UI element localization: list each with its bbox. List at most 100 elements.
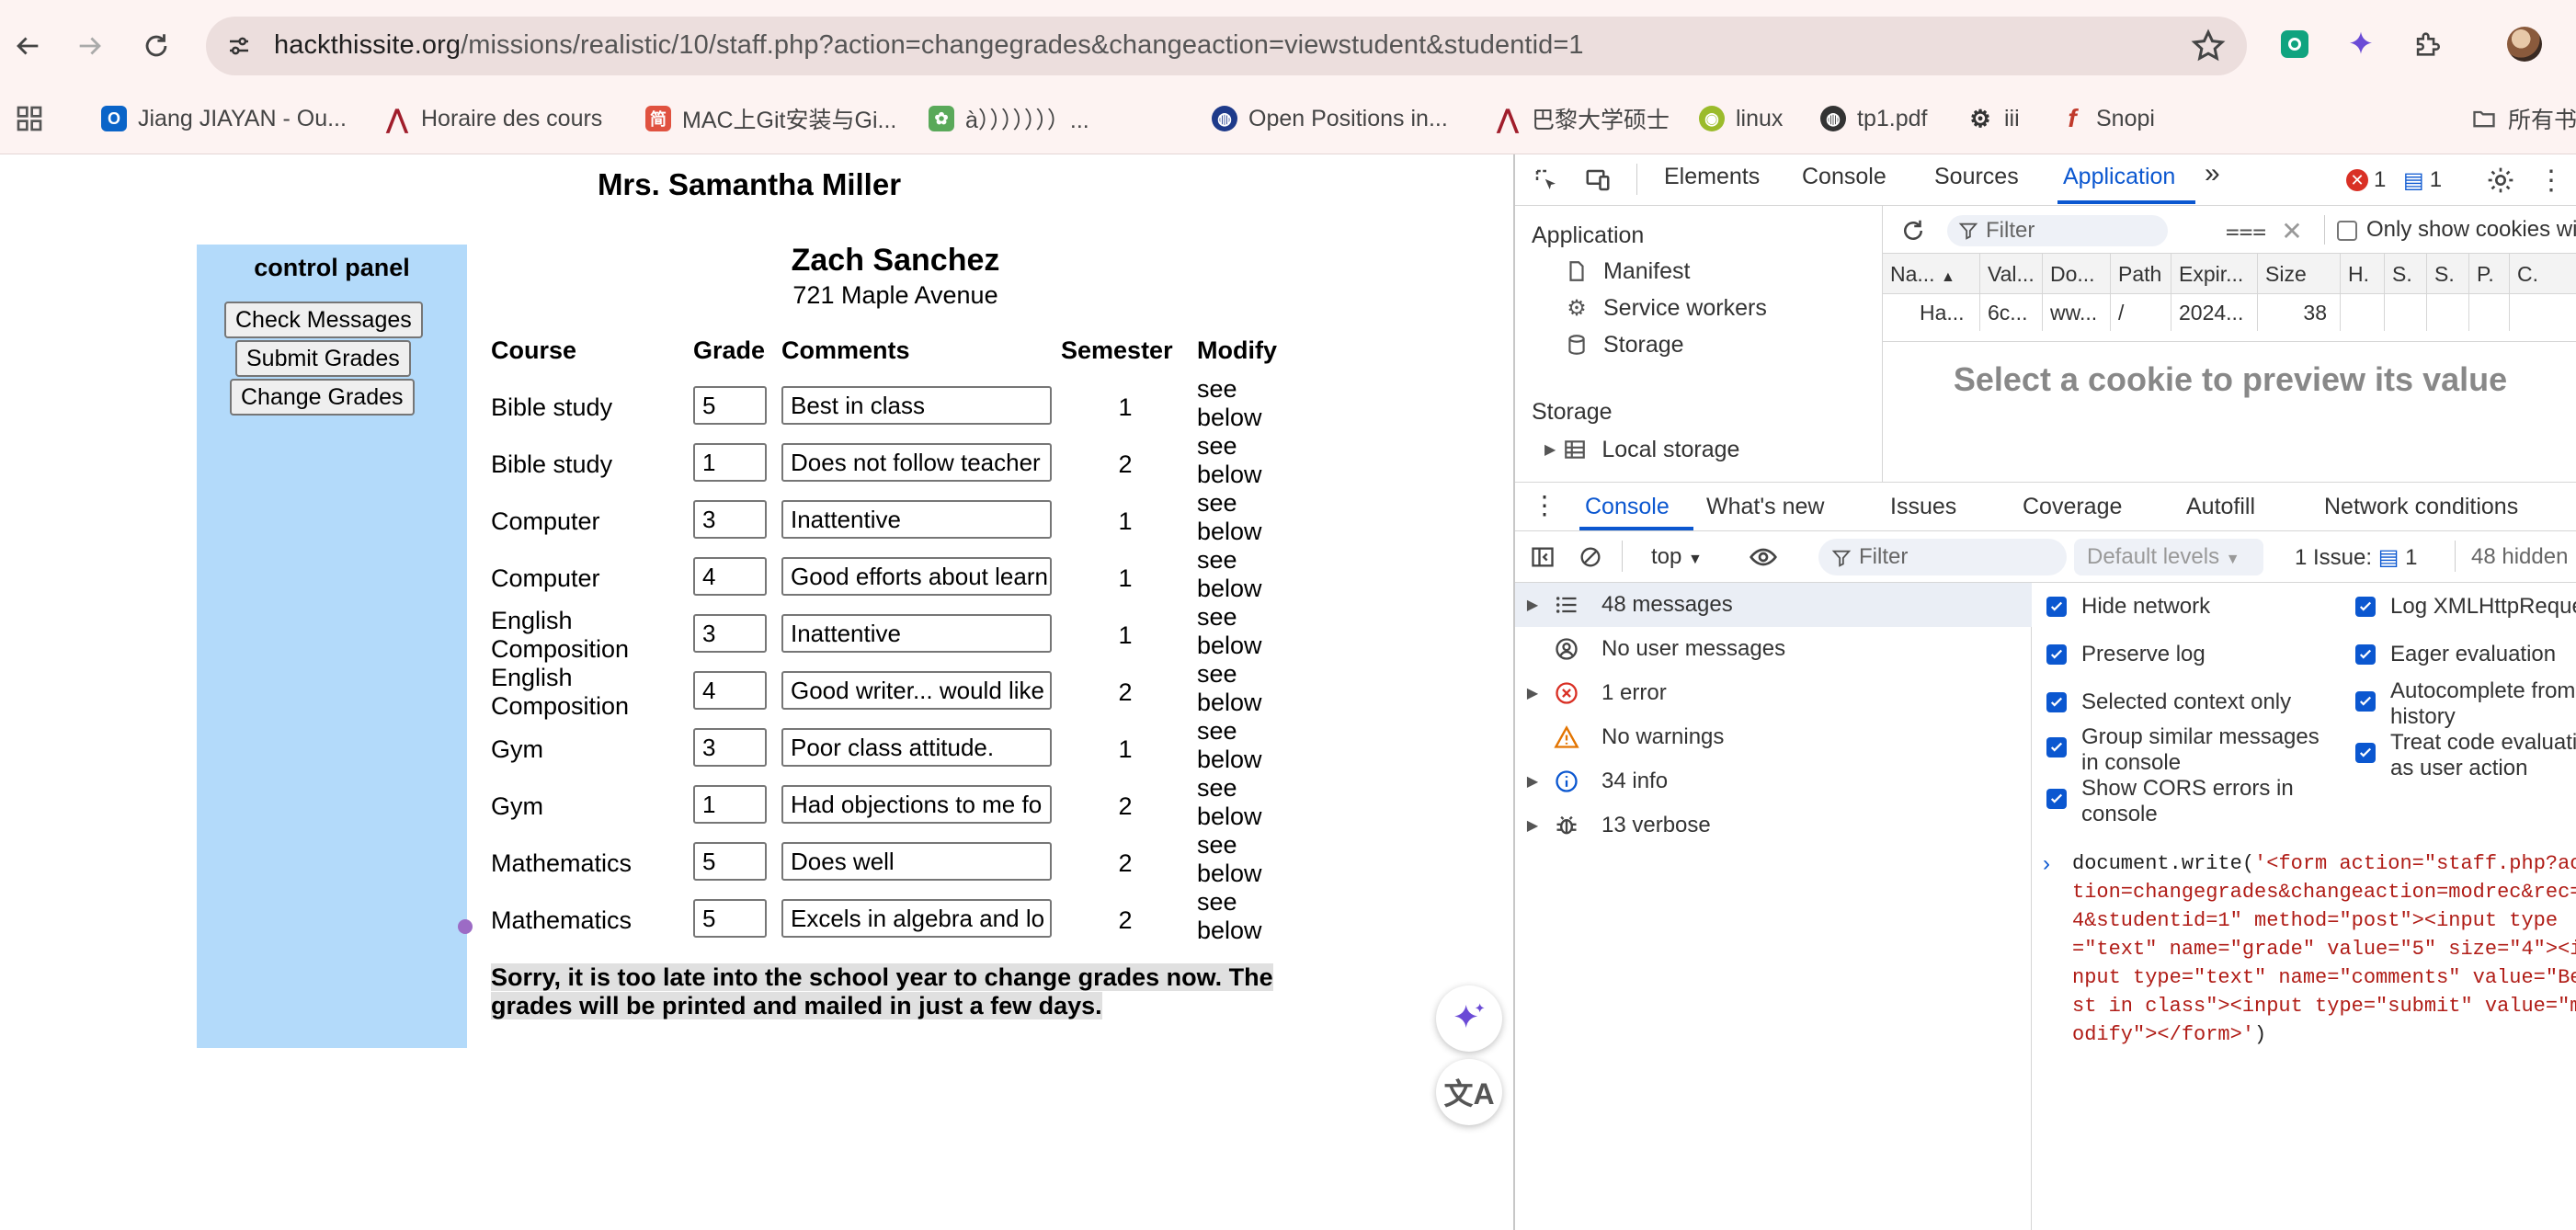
more-options-icon[interactable]: ⋮ <box>2537 162 2565 199</box>
clear-console-icon[interactable] <box>1574 541 1607 574</box>
extension-green-icon[interactable] <box>2276 26 2313 63</box>
more-tabs-icon[interactable]: » <box>2205 158 2220 189</box>
grade-input[interactable] <box>693 557 767 596</box>
comment-input[interactable] <box>781 386 1052 425</box>
col-domain[interactable]: Do... <box>2043 254 2111 294</box>
bookmark-item[interactable]: ◍ tp1.pdf <box>1820 101 1927 136</box>
drawer-tab-whats-new[interactable]: What's new <box>1706 494 1824 520</box>
check-messages-button[interactable]: Check Messages <box>224 302 423 338</box>
comment-input[interactable] <box>781 500 1052 539</box>
issue-counter[interactable]: ▤ 1 <box>2403 165 2442 195</box>
tab-elements[interactable]: Elements <box>1664 164 1760 190</box>
grade-input[interactable] <box>693 614 767 653</box>
bookmark-star-icon[interactable] <box>2190 28 2227 64</box>
bookmark-item[interactable]: ⚙ iii <box>1967 101 2019 136</box>
col-name[interactable]: Na... ▲ <box>1883 254 1980 294</box>
cookie-filter-input[interactable]: Filter <box>1947 215 2168 246</box>
drawer-tab-console[interactable]: Console <box>1585 494 1670 520</box>
bookmark-item[interactable]: 简 MAC上Git安装与Gi... <box>645 101 896 136</box>
grade-input[interactable] <box>693 899 767 938</box>
console-filter-input[interactable]: Filter <box>1818 539 2067 575</box>
sidebar-item-storage[interactable]: Storage <box>1563 331 1684 359</box>
group-info[interactable]: ▶ 34 info <box>1515 759 2032 803</box>
issues-link[interactable]: 1 Issue: ▤ 1 <box>2295 544 2417 571</box>
sidebar-toggle-icon[interactable] <box>1526 541 1559 574</box>
comment-input[interactable] <box>781 671 1052 710</box>
col-httponly[interactable]: H. <box>2341 254 2385 294</box>
setting-show-cors-errors[interactable]: Show CORS errors in console <box>2046 776 2341 827</box>
col-value[interactable]: Val... <box>1980 254 2043 294</box>
comment-input[interactable] <box>781 842 1052 881</box>
setting-selected-context-only[interactable]: Selected context only <box>2046 689 2291 715</box>
bookmark-item[interactable]: ◉ linux <box>1699 101 1783 136</box>
apps-grid-icon[interactable] <box>15 101 44 136</box>
drawer-tab-autofill[interactable]: Autofill <box>2186 494 2255 520</box>
back-button[interactable] <box>0 18 55 74</box>
col-cross-site[interactable]: C. <box>2510 254 2576 294</box>
site-info-icon[interactable] <box>217 24 261 68</box>
gemini-assist-button[interactable] <box>1436 985 1502 1052</box>
tab-console[interactable]: Console <box>1802 164 1886 190</box>
grade-input[interactable] <box>693 386 767 425</box>
drawer-menu-icon[interactable]: ⋮ <box>1532 490 1557 520</box>
setting-hide-network[interactable]: Hide network <box>2046 594 2210 620</box>
comment-input[interactable] <box>781 728 1052 767</box>
address-bar[interactable]: hackthissite.org/missions/realistic/10/s… <box>206 17 2247 75</box>
col-path[interactable]: Path <box>2111 254 2171 294</box>
setting-treat-code-user-action[interactable]: Treat code evaluati as user action <box>2355 730 2576 781</box>
col-expires[interactable]: Expir... <box>2171 254 2258 294</box>
sidebar-item-manifest[interactable]: Manifest <box>1563 257 1690 285</box>
bookmark-item[interactable]: ⋀ 巴黎大学硕士 <box>1495 101 1670 136</box>
comment-input[interactable] <box>781 557 1052 596</box>
translate-button[interactable]: 文A <box>1436 1059 1502 1125</box>
profile-avatar[interactable] <box>2506 26 2543 63</box>
settings-gear-icon[interactable] <box>2482 162 2519 199</box>
extensions-puzzle-icon[interactable] <box>2409 26 2445 63</box>
bookmark-item[interactable]: ✿ à）））））））... <box>929 101 1089 136</box>
submit-grades-button[interactable]: Submit Grades <box>235 340 411 377</box>
setting-log-xhr[interactable]: Log XMLHttpReque <box>2355 594 2576 620</box>
bookmark-item[interactable]: O Jiang JIAYAN - Ou... <box>101 101 347 136</box>
tab-application[interactable]: Application <box>2063 164 2175 190</box>
comment-input[interactable] <box>781 443 1052 482</box>
col-samesite[interactable]: S. <box>2427 254 2469 294</box>
log-levels-dropdown[interactable]: Default levels ▼ <box>2074 539 2263 575</box>
comment-input[interactable] <box>781 785 1052 824</box>
group-warnings[interactable]: No warnings <box>1515 715 2032 759</box>
drawer-tab-issues[interactable]: Issues <box>1890 494 1956 520</box>
grade-input[interactable] <box>693 728 767 767</box>
comment-input[interactable] <box>781 614 1052 653</box>
delete-selected-icon[interactable]: ✕ <box>2276 215 2308 246</box>
setting-preserve-log[interactable]: Preserve log <box>2046 642 2206 667</box>
col-partition[interactable]: P. <box>2469 254 2510 294</box>
grade-input[interactable] <box>693 443 767 482</box>
live-expression-eye-icon[interactable] <box>1745 542 1782 572</box>
reload-button[interactable] <box>129 18 184 74</box>
group-user-messages[interactable]: No user messages <box>1515 627 2032 671</box>
col-size[interactable]: Size <box>2258 254 2341 294</box>
refresh-icon[interactable] <box>1896 213 1931 248</box>
inspect-element-icon[interactable] <box>1528 162 1565 199</box>
drawer-tab-coverage[interactable]: Coverage <box>2023 494 2122 520</box>
drawer-tab-network-conditions[interactable]: Network conditions <box>2324 494 2518 520</box>
group-all-messages[interactable]: ▶ 48 messages <box>1515 583 2032 627</box>
tab-sources[interactable]: Sources <box>1934 164 2019 190</box>
resize-handle[interactable] <box>458 919 473 934</box>
only-issues-checkbox[interactable] <box>2337 221 2357 241</box>
device-toolbar-icon[interactable] <box>1579 162 1616 199</box>
col-secure[interactable]: S. <box>2385 254 2427 294</box>
bookmark-item[interactable]: ◍ Open Positions in... <box>1212 101 1448 136</box>
clear-filtered-icon[interactable]: ⩶ <box>2226 215 2267 246</box>
context-selector[interactable]: top ▼ <box>1651 544 1703 570</box>
bookmark-item[interactable]: ⋀ Horaire des cours <box>384 101 603 136</box>
grade-input[interactable] <box>693 500 767 539</box>
console-output[interactable]: › document.write('<form action="staff.ph… <box>2032 840 2576 1230</box>
forward-button[interactable] <box>63 18 118 74</box>
group-verbose[interactable]: ▶ 13 verbose <box>1515 803 2032 848</box>
sidebar-item-service-workers[interactable]: ⚙ Service workers <box>1563 294 1767 322</box>
grade-input[interactable] <box>693 842 767 881</box>
sidebar-item-local-storage[interactable]: ▶ Local storage <box>1544 436 1739 463</box>
comment-input[interactable] <box>781 899 1052 938</box>
group-errors[interactable]: ▶ 1 error <box>1515 671 2032 715</box>
gemini-sparkle-icon[interactable] <box>2342 26 2379 63</box>
